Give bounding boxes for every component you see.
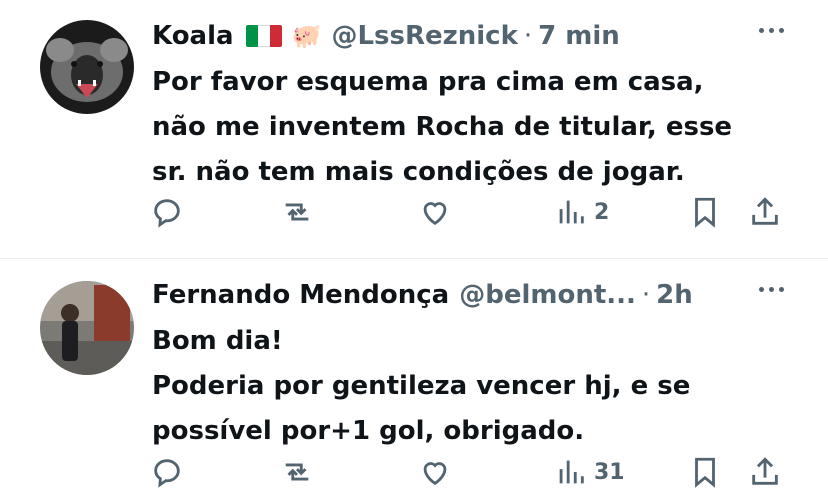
display-name[interactable]: Fernando Mendonça — [152, 280, 449, 310]
like-button[interactable] — [418, 455, 452, 489]
tweet-actions: 31 — [150, 455, 788, 495]
tweet[interactable]: Koala 🐖 @LssReznick · 7 min Por favor es… — [0, 0, 828, 258]
share-button[interactable] — [748, 195, 782, 229]
reply-icon — [154, 459, 180, 488]
share-button[interactable] — [748, 455, 782, 489]
timestamp[interactable]: 7 min — [538, 21, 620, 51]
retweet-button[interactable] — [280, 455, 314, 489]
retweet-button[interactable] — [280, 195, 314, 229]
tweet[interactable]: Fernando Mendonça @belmont... · 2h Bom d… — [0, 258, 828, 489]
separator-dot: · — [523, 21, 533, 51]
retweet-icon — [285, 203, 309, 221]
tweet-text: Bom dia! Poderia por gentileza vencer hj… — [152, 319, 788, 454]
reply-button[interactable] — [150, 195, 184, 229]
user-avatar[interactable] — [40, 281, 134, 375]
tweet-text: Por favor esquema pra cima em casa, não … — [152, 60, 788, 195]
heart-icon — [423, 462, 447, 486]
user-handle[interactable]: @belmont... — [459, 280, 636, 310]
separator-dot: · — [641, 280, 651, 310]
views-count: 2 — [594, 199, 610, 225]
italy-flag-icon — [245, 25, 282, 47]
views-chart-icon — [559, 460, 584, 484]
bookmark-icon — [695, 457, 715, 488]
user-handle[interactable]: @LssReznick — [331, 21, 517, 51]
share-icon — [752, 457, 778, 485]
tweet-line: Poderia por gentileza vencer hj, e se — [152, 371, 691, 401]
tweet-header: Koala 🐖 @LssReznick · 7 min — [152, 16, 798, 56]
pig-icon: 🐖 — [291, 22, 322, 50]
person-avatar-icon — [40, 281, 134, 375]
views-chart-icon — [559, 200, 584, 224]
views-count: 31 — [594, 459, 625, 485]
more-options-icon[interactable] — [759, 28, 784, 33]
tweet-line: sr. não tem mais condições de jogar. — [152, 157, 685, 187]
views-button[interactable]: 31 — [554, 455, 625, 489]
bookmark-button[interactable] — [688, 195, 722, 229]
views-button[interactable]: 2 — [554, 195, 609, 229]
display-name[interactable]: Koala — [152, 21, 234, 51]
tweet-actions: 2 — [150, 195, 788, 235]
share-icon — [752, 197, 778, 225]
heart-icon — [423, 202, 447, 226]
koala-avatar-icon — [40, 20, 134, 114]
timestamp[interactable]: 2h — [656, 280, 693, 310]
tweet-line: possível por+1 gol, obrigado. — [152, 416, 585, 446]
like-button[interactable] — [418, 195, 452, 229]
tweet-header: Fernando Mendonça @belmont... · 2h — [152, 275, 798, 315]
user-avatar[interactable] — [40, 20, 134, 114]
retweet-icon — [285, 463, 309, 481]
tweet-line: Bom dia! — [152, 326, 283, 356]
tweet-line: Por favor esquema pra cima em casa, — [152, 67, 704, 97]
reply-button[interactable] — [150, 455, 184, 489]
tweet-line: não me inventem Rocha de titular, esse — [152, 112, 733, 142]
bookmark-icon — [695, 197, 715, 228]
more-options-icon[interactable] — [759, 287, 784, 292]
bookmark-button[interactable] — [688, 455, 722, 489]
reply-icon — [154, 199, 180, 228]
